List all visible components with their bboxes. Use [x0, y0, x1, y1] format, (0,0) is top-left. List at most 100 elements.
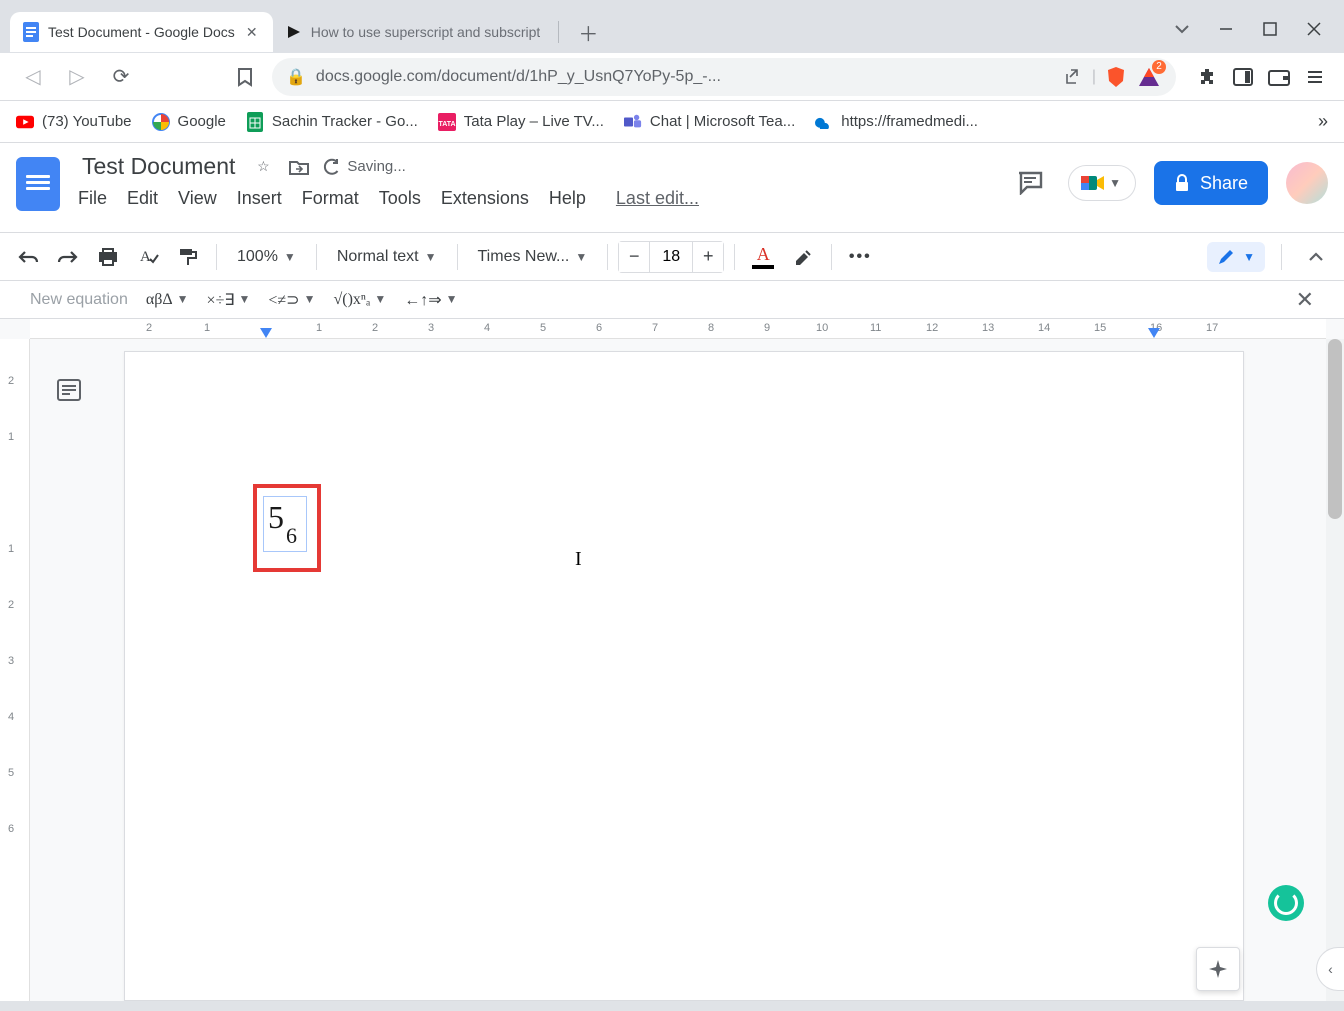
document-area: 2 1 1 2 3 4 5 6 7 8 9 10 11 12 13 14 15 … — [0, 319, 1344, 1011]
separator: | — [1092, 68, 1096, 86]
share-url-icon[interactable] — [1064, 68, 1082, 86]
vertical-scrollbar[interactable] — [1326, 339, 1344, 1011]
url-text: docs.google.com/document/d/1hP_y_UsnQ7Yo… — [316, 68, 721, 86]
font-size-increase[interactable]: + — [693, 242, 723, 272]
font-dropdown[interactable]: Times New...▼ — [468, 239, 598, 275]
nav-back-button[interactable]: ◁ — [16, 60, 50, 94]
wallet-icon[interactable] — [1266, 64, 1292, 90]
tab-close-button[interactable]: ✕ — [243, 23, 261, 41]
brave-shield-icon[interactable] — [1106, 66, 1126, 88]
sidebar-icon[interactable] — [1230, 64, 1256, 90]
tab-separator — [558, 21, 559, 43]
bookmarks-overflow-icon[interactable]: » — [1318, 111, 1328, 132]
extensions-icon[interactable] — [1194, 64, 1220, 90]
paragraph-style-dropdown[interactable]: Normal text▼ — [327, 239, 447, 275]
scrollbar-thumb[interactable] — [1328, 339, 1342, 519]
separator — [607, 244, 608, 270]
menu-extensions[interactable]: Extensions — [441, 188, 529, 209]
close-equation-toolbar-button[interactable]: ✕ — [1296, 287, 1314, 313]
horizontal-scrollbar[interactable] — [0, 1001, 1344, 1011]
browser-menu-icon[interactable] — [1302, 64, 1328, 90]
indent-marker-right[interactable] — [1148, 328, 1160, 338]
address-bar[interactable]: 🔒 docs.google.com/document/d/1hP_y_UsnQ7… — [272, 58, 1176, 96]
math-operations-dropdown[interactable]: √()xⁿₐ▼ — [333, 291, 386, 309]
new-equation-button[interactable]: New equation — [30, 291, 128, 309]
bookmark-teams[interactable]: Chat | Microsoft Tea... — [624, 113, 795, 131]
brave-rewards-icon[interactable] — [1136, 64, 1162, 90]
grammarly-fab[interactable] — [1268, 885, 1304, 921]
pencil-icon — [1217, 248, 1235, 266]
new-tab-button[interactable]: ＋ — [573, 17, 603, 47]
menu-edit[interactable]: Edit — [127, 188, 158, 209]
share-button[interactable]: Share — [1154, 161, 1268, 205]
chevron-down-icon: ▼ — [374, 292, 386, 307]
close-window-button[interactable] — [1302, 17, 1326, 41]
menu-file[interactable]: File — [78, 188, 107, 209]
chevron-down-icon: ▼ — [446, 292, 458, 307]
spellcheck-button[interactable]: A — [130, 239, 166, 275]
bookmark-framedmedia[interactable]: https://framedmedi... — [815, 113, 978, 131]
misc-operations-dropdown[interactable]: ×÷∃▼ — [207, 290, 251, 310]
move-icon[interactable] — [287, 155, 311, 179]
last-edit-link[interactable]: Last edit... — [616, 188, 699, 209]
relations-dropdown[interactable]: <≠⊃▼ — [268, 290, 315, 310]
undo-button[interactable] — [10, 239, 46, 275]
separator — [1281, 244, 1282, 270]
menu-format[interactable]: Format — [302, 188, 359, 209]
vertical-ruler[interactable]: 2 1 1 2 3 4 5 6 — [0, 339, 30, 1011]
maximize-button[interactable] — [1258, 17, 1282, 41]
zoom-dropdown[interactable]: 100%▼ — [227, 239, 306, 275]
font-size-input[interactable] — [649, 242, 693, 272]
document-title-input[interactable]: Test Document — [78, 151, 239, 182]
document-page[interactable]: 5 6 I — [124, 351, 1244, 1001]
browser-tab-inactive[interactable]: How to use superscript and subscript — [273, 12, 553, 52]
font-size-control: − + — [618, 241, 724, 273]
indent-marker-left[interactable] — [260, 328, 272, 338]
arrows-dropdown[interactable]: ←↑⇒▼ — [404, 290, 457, 310]
account-avatar[interactable] — [1286, 162, 1328, 204]
bookmark-tataplay[interactable]: TATATata Play – Live TV... — [438, 113, 604, 131]
tab-search-button[interactable] — [1170, 17, 1194, 41]
collapse-toolbar-button[interactable] — [1298, 239, 1334, 275]
browser-toolbar: ◁ ▷ ⟳ 🔒 docs.google.com/document/d/1hP_y… — [0, 53, 1344, 101]
equation-object[interactable]: 5 6 — [263, 496, 307, 552]
nav-forward-button[interactable]: ▷ — [60, 60, 94, 94]
menu-view[interactable]: View — [178, 188, 217, 209]
bookmark-google[interactable]: Google — [152, 113, 226, 131]
paint-format-button[interactable] — [170, 239, 206, 275]
horizontal-ruler[interactable]: 2 1 1 2 3 4 5 6 7 8 9 10 11 12 13 14 15 … — [30, 319, 1326, 339]
tab-title: How to use superscript and subscript — [311, 24, 541, 40]
chevron-down-icon: ▼ — [238, 292, 250, 307]
bookmark-youtube[interactable]: (73) YouTube — [16, 113, 132, 131]
menu-bar: File Edit View Insert Format Tools Exten… — [78, 188, 992, 209]
save-status: Saving... — [323, 158, 405, 176]
bookmarks-bar: (73) YouTube Google Sachin Tracker - Go.… — [0, 101, 1344, 143]
bookmark-page-icon[interactable] — [228, 60, 262, 94]
font-size-decrease[interactable]: − — [619, 242, 649, 272]
meet-icon — [1079, 172, 1105, 194]
teams-icon — [624, 113, 642, 131]
redo-button[interactable] — [50, 239, 86, 275]
more-tools-button[interactable]: ••• — [842, 239, 878, 275]
separator — [316, 244, 317, 270]
explore-button[interactable] — [1196, 947, 1240, 991]
docs-home-button[interactable] — [16, 157, 60, 211]
greek-letters-dropdown[interactable]: αβΔ▼ — [146, 291, 189, 309]
reload-button[interactable]: ⟳ — [104, 60, 138, 94]
print-button[interactable] — [90, 239, 126, 275]
highlight-color-button[interactable] — [785, 239, 821, 275]
document-outline-button[interactable] — [54, 375, 84, 405]
bookmark-sheets[interactable]: Sachin Tracker - Go... — [246, 113, 418, 131]
comment-history-icon[interactable] — [1010, 163, 1050, 203]
meet-button[interactable]: ▼ — [1068, 165, 1136, 201]
text-color-button[interactable]: A — [745, 239, 781, 275]
star-icon[interactable]: ☆ — [251, 155, 275, 179]
svg-text:TATA: TATA — [438, 121, 455, 128]
menu-insert[interactable]: Insert — [237, 188, 282, 209]
menu-help[interactable]: Help — [549, 188, 586, 209]
minimize-button[interactable] — [1214, 17, 1238, 41]
separator — [216, 244, 217, 270]
editing-mode-dropdown[interactable]: ▼ — [1207, 242, 1265, 272]
browser-tab-active[interactable]: Test Document - Google Docs ✕ — [10, 12, 273, 52]
menu-tools[interactable]: Tools — [379, 188, 421, 209]
